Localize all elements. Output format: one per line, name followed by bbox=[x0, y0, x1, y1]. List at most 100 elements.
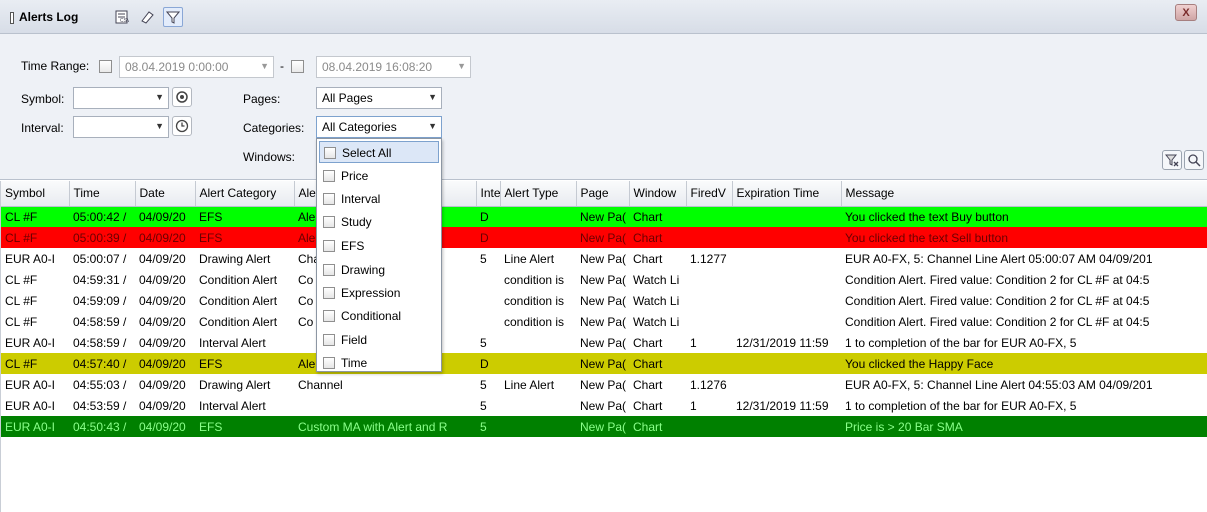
table-cell: EFS bbox=[195, 227, 294, 248]
table-row[interactable]: EUR A0-I 05:00:07 / 04/09/20 Drawing Alert C… bbox=[1, 248, 1207, 269]
column-header[interactable]: Alert Type bbox=[500, 181, 577, 207]
table-cell: New Pa( bbox=[576, 227, 629, 248]
table-cell: condition is bbox=[504, 272, 565, 287]
column-header[interactable]: Alert Category bbox=[195, 181, 295, 207]
table-cell: condition is bbox=[504, 293, 565, 308]
checkbox-icon[interactable] bbox=[324, 147, 336, 159]
table-cell bbox=[686, 206, 732, 227]
categories-select[interactable]: All Categories ▼ bbox=[316, 116, 442, 138]
category-option[interactable]: Interval bbox=[319, 188, 439, 210]
column-header[interactable]: Inte bbox=[476, 181, 501, 207]
table-row[interactable]: CL #F 05:00:39 /04/09/20 EFS Ale D New Pa(Cha… bbox=[1, 227, 1207, 248]
table-row[interactable]: EUR A0-I 04:55:03 / 04/09/20 Drawing Alert C… bbox=[1, 374, 1207, 395]
checkbox-icon[interactable] bbox=[323, 357, 335, 369]
category-option[interactable]: EFS bbox=[319, 235, 439, 257]
table-cell: New Pa( bbox=[576, 206, 629, 227]
table-cell: New Pa( bbox=[580, 293, 627, 308]
table-row[interactable]: CL #F04:57:40 /04/09/20EFSAlert Buttons … bbox=[1, 353, 1207, 374]
interval-select[interactable]: ▼ bbox=[73, 116, 169, 138]
category-option[interactable]: Time bbox=[319, 352, 439, 374]
table-row[interactable]: CL #F 04:59:31 / 04/09/20 Condition Alert Co… bbox=[1, 269, 1207, 290]
table-row[interactable]: EUR A0-I 04:53:59 / 04/09/20 Interval Alert… bbox=[1, 395, 1207, 416]
table-cell: Watch Li bbox=[633, 293, 680, 308]
table-row[interactable]: EUR A0-I 04:58:59 / 04/09/20 Interval Alert… bbox=[1, 332, 1207, 353]
eraser-icon[interactable] bbox=[137, 7, 157, 27]
table-row[interactable]: CL #F 04:58:59 / 04/09/20 Condition Alert Co… bbox=[1, 311, 1207, 332]
filter-panel: Time Range: 08.04.2019 0:00:00 ▼ - 08.04.… bbox=[0, 34, 1207, 180]
close-button[interactable]: X bbox=[1175, 4, 1197, 21]
table-cell bbox=[500, 416, 576, 437]
category-option[interactable]: Study bbox=[319, 211, 439, 233]
column-header[interactable]: FiredV bbox=[686, 181, 733, 207]
column-header[interactable]: Window bbox=[629, 181, 687, 207]
category-option[interactable]: Expression bbox=[319, 282, 439, 304]
column-header[interactable]: Message bbox=[841, 181, 1207, 207]
category-option[interactable]: Drawing bbox=[319, 259, 439, 281]
table-body: CL #F 05:00:42 /04/09/20 EFS Ale D New Pa(Cha… bbox=[1, 206, 1207, 437]
interval-clock-icon[interactable] bbox=[172, 116, 192, 136]
table-cell: Condition Alert. Fired value: Condition … bbox=[845, 272, 1150, 287]
table-cell: Line Alert bbox=[504, 377, 555, 392]
dropdown-arrow-icon: ▼ bbox=[457, 61, 466, 71]
table-cell: New Pa( bbox=[580, 335, 627, 350]
checkbox-icon[interactable] bbox=[323, 310, 335, 322]
table-cell: 04:59:09 / bbox=[73, 293, 127, 308]
time-to-checkbox[interactable] bbox=[291, 60, 304, 73]
table-cell: Chart bbox=[629, 416, 686, 437]
table-cell: 05:00:07 / bbox=[73, 251, 127, 266]
table-cell bbox=[686, 290, 732, 311]
table-cell: EFS bbox=[195, 353, 294, 374]
table-cell: New Pa( bbox=[580, 314, 627, 329]
table-cell: 04/09/20 bbox=[135, 416, 195, 437]
category-option[interactable]: Select All bbox=[319, 141, 439, 163]
time-from-field[interactable]: 08.04.2019 0:00:00 ▼ bbox=[119, 56, 274, 78]
table-cell: 5 bbox=[480, 251, 487, 266]
clear-filter-icon[interactable] bbox=[1162, 150, 1182, 170]
table-cell: CL #F bbox=[5, 272, 38, 287]
category-option[interactable]: Field bbox=[319, 329, 439, 351]
checkbox-icon[interactable] bbox=[323, 170, 335, 182]
table-cell: CL #F bbox=[5, 293, 38, 308]
checkbox-icon[interactable] bbox=[323, 334, 335, 346]
table-row[interactable]: CL #F 04:59:09 / 04/09/20 Condition Alert Co… bbox=[1, 290, 1207, 311]
table-row[interactable]: EUR A0-I 04:50:43 /04/09/20 EFS Custom MA w… bbox=[1, 416, 1207, 437]
symbol-select[interactable]: ▼ bbox=[73, 87, 169, 109]
column-header[interactable]: Time bbox=[69, 181, 136, 207]
category-option[interactable]: Price bbox=[319, 165, 439, 187]
column-header[interactable]: Expiration Time bbox=[732, 181, 842, 207]
table-cell: D bbox=[476, 227, 500, 248]
table-cell: You clicked the Happy Face bbox=[841, 353, 1207, 374]
table-cell bbox=[686, 416, 732, 437]
dropdown-arrow-icon: ▼ bbox=[260, 61, 269, 71]
pages-select[interactable]: All Pages ▼ bbox=[316, 87, 442, 109]
category-option[interactable]: Conditional bbox=[319, 305, 439, 327]
table-cell: Drawing Alert bbox=[199, 377, 271, 392]
column-header[interactable]: Date bbox=[135, 181, 196, 207]
table-cell: 04:55:03 / bbox=[73, 377, 127, 392]
column-header[interactable]: Symbol bbox=[1, 181, 70, 207]
checkbox-icon[interactable] bbox=[323, 264, 335, 276]
table-cell: Chart bbox=[633, 251, 663, 266]
checkbox-icon[interactable] bbox=[323, 240, 335, 252]
table-cell bbox=[686, 227, 732, 248]
table-cell: 04/09/20 bbox=[139, 335, 186, 350]
find-filter-icon[interactable] bbox=[1184, 150, 1204, 170]
column-header[interactable]: Page bbox=[576, 181, 630, 207]
table-cell: 1 bbox=[690, 398, 697, 413]
time-to-field[interactable]: 08.04.2019 16:08:20 ▼ bbox=[316, 56, 471, 78]
table-row[interactable]: CL #F 05:00:42 /04/09/20 EFS Ale D New Pa(Cha… bbox=[1, 206, 1207, 227]
checkbox-icon[interactable] bbox=[323, 193, 335, 205]
table-cell: CL #F bbox=[5, 314, 38, 329]
symbol-settings-icon[interactable] bbox=[172, 87, 192, 107]
table-cell: Watch Li bbox=[633, 314, 680, 329]
filter-icon[interactable] bbox=[163, 7, 183, 27]
table-cell: EFS bbox=[195, 206, 294, 227]
export-icon[interactable]: CSV bbox=[112, 7, 132, 27]
time-range-checkbox[interactable] bbox=[99, 60, 112, 73]
table-cell: Price is > 20 Bar SMA bbox=[841, 416, 1207, 437]
table-cell: New Pa( bbox=[576, 353, 629, 374]
checkbox-icon[interactable] bbox=[323, 216, 335, 228]
table-cell: 04:58:59 / bbox=[73, 314, 127, 329]
category-option-label: Drawing bbox=[341, 263, 386, 277]
checkbox-icon[interactable] bbox=[323, 287, 335, 299]
